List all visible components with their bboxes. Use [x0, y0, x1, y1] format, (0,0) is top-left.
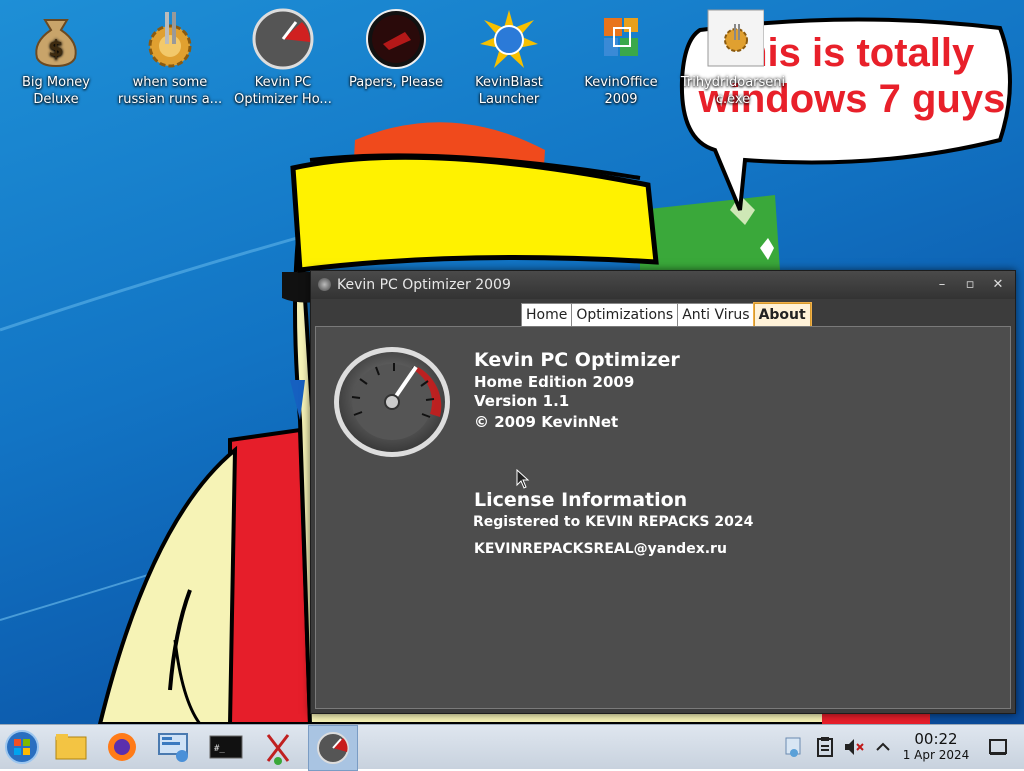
about-panel: Kevin PC Optimizer Home Edition 2009 Ver… [315, 326, 1011, 709]
desktop-icon-big-money[interactable]: $ Big Money Deluxe [1, 8, 111, 108]
product-name: Kevin PC Optimizer [474, 349, 680, 371]
papers-please-icon [366, 9, 426, 69]
control-panel-icon[interactable] [156, 729, 192, 765]
clock-time: 00:22 [914, 730, 958, 748]
desktop-icon-label: KevinBlast Launcher [475, 75, 543, 107]
desktop-icon-trihydridoarsenic[interactable]: Trihydridoarseni c.exe [678, 8, 788, 108]
gauge-icon [252, 8, 314, 70]
license-heading: License Information [474, 489, 688, 511]
taskbar-clock[interactable]: 00:22 1 Apr 2024 [900, 730, 972, 763]
x-server-icon[interactable] [260, 729, 296, 765]
firefox-icon[interactable] [104, 729, 140, 765]
desktop-icon-papers-please[interactable]: Papers, Please [341, 8, 451, 91]
tab-optimizations[interactable]: Optimizations [571, 303, 679, 327]
tab-bar: Home Optimizations Anti Virus About [521, 302, 812, 328]
speedometer-logo-icon [334, 347, 450, 457]
gear-icon [148, 12, 192, 68]
desktop-icon-russian[interactable]: when some russian runs a... [115, 8, 225, 108]
kevinblast-icon [480, 10, 538, 68]
taskbar: #_ [0, 724, 1024, 771]
mouse-cursor-icon [516, 469, 530, 489]
desktop-icon-label: KevinOffice 2009 [584, 75, 658, 107]
gauge-icon [317, 732, 349, 764]
taskbar-active-app[interactable] [308, 725, 358, 771]
clipboard-tray-icon[interactable] [813, 735, 837, 759]
file-explorer-icon[interactable] [53, 729, 89, 765]
tab-anti-virus[interactable]: Anti Virus [677, 303, 755, 327]
money-bag-icon: $ [35, 19, 77, 68]
email-text: KEVINREPACKSREAL@yandex.ru [474, 541, 727, 557]
close-button[interactable]: ✕ [987, 275, 1009, 295]
tab-about[interactable]: About [752, 302, 812, 328]
copyright-text: © 2009 KevinNet [474, 413, 619, 431]
desktop-icon-label: Big Money Deluxe [21, 75, 90, 107]
desktop-icon-kevinoffice[interactable]: KevinOffice 2009 [566, 8, 676, 108]
start-button-icon[interactable] [4, 729, 40, 765]
exe-icon [707, 9, 764, 67]
window-titlebar[interactable]: Kevin PC Optimizer 2009 – ▫ ✕ [311, 271, 1015, 299]
desktop-icon-kevin-pc-optimizer[interactable]: Kevin PC Optimizer Ho... [228, 8, 338, 108]
edition-text: Home Edition 2009 [474, 373, 635, 391]
window-title: Kevin PC Optimizer 2009 [337, 277, 511, 293]
desktop-icon-label: Trihydridoarseni c.exe [680, 75, 786, 107]
network-tray-icon[interactable] [782, 735, 806, 759]
show-desktop-icon[interactable] [986, 735, 1010, 759]
desktop-icon-kevinblast[interactable]: KevinBlast Launcher [454, 8, 564, 108]
desktop-icon-label: Kevin PC Optimizer Ho... [234, 75, 332, 107]
volume-muted-icon[interactable] [842, 735, 866, 759]
app-icon [318, 278, 331, 291]
chevron-up-icon[interactable] [872, 735, 894, 759]
clock-date: 1 Apr 2024 [902, 748, 970, 762]
svg-text:#_: #_ [214, 744, 225, 754]
terminal-icon[interactable]: #_ [208, 729, 244, 765]
office-icon [604, 18, 638, 56]
maximize-button[interactable]: ▫ [959, 275, 981, 295]
minimize-button[interactable]: – [931, 275, 953, 295]
tab-home[interactable]: Home [521, 303, 573, 327]
optimizer-window: Kevin PC Optimizer 2009 – ▫ ✕ Home Optim… [310, 270, 1016, 714]
desktop-icon-label: Papers, Please [348, 75, 444, 90]
svg-text:$: $ [48, 37, 63, 62]
version-text: Version 1.1 [474, 392, 570, 410]
registered-to-text: Registered to KEVIN REPACKS 2024 [473, 514, 754, 530]
desktop-icon-label: when some russian runs a... [117, 75, 223, 107]
